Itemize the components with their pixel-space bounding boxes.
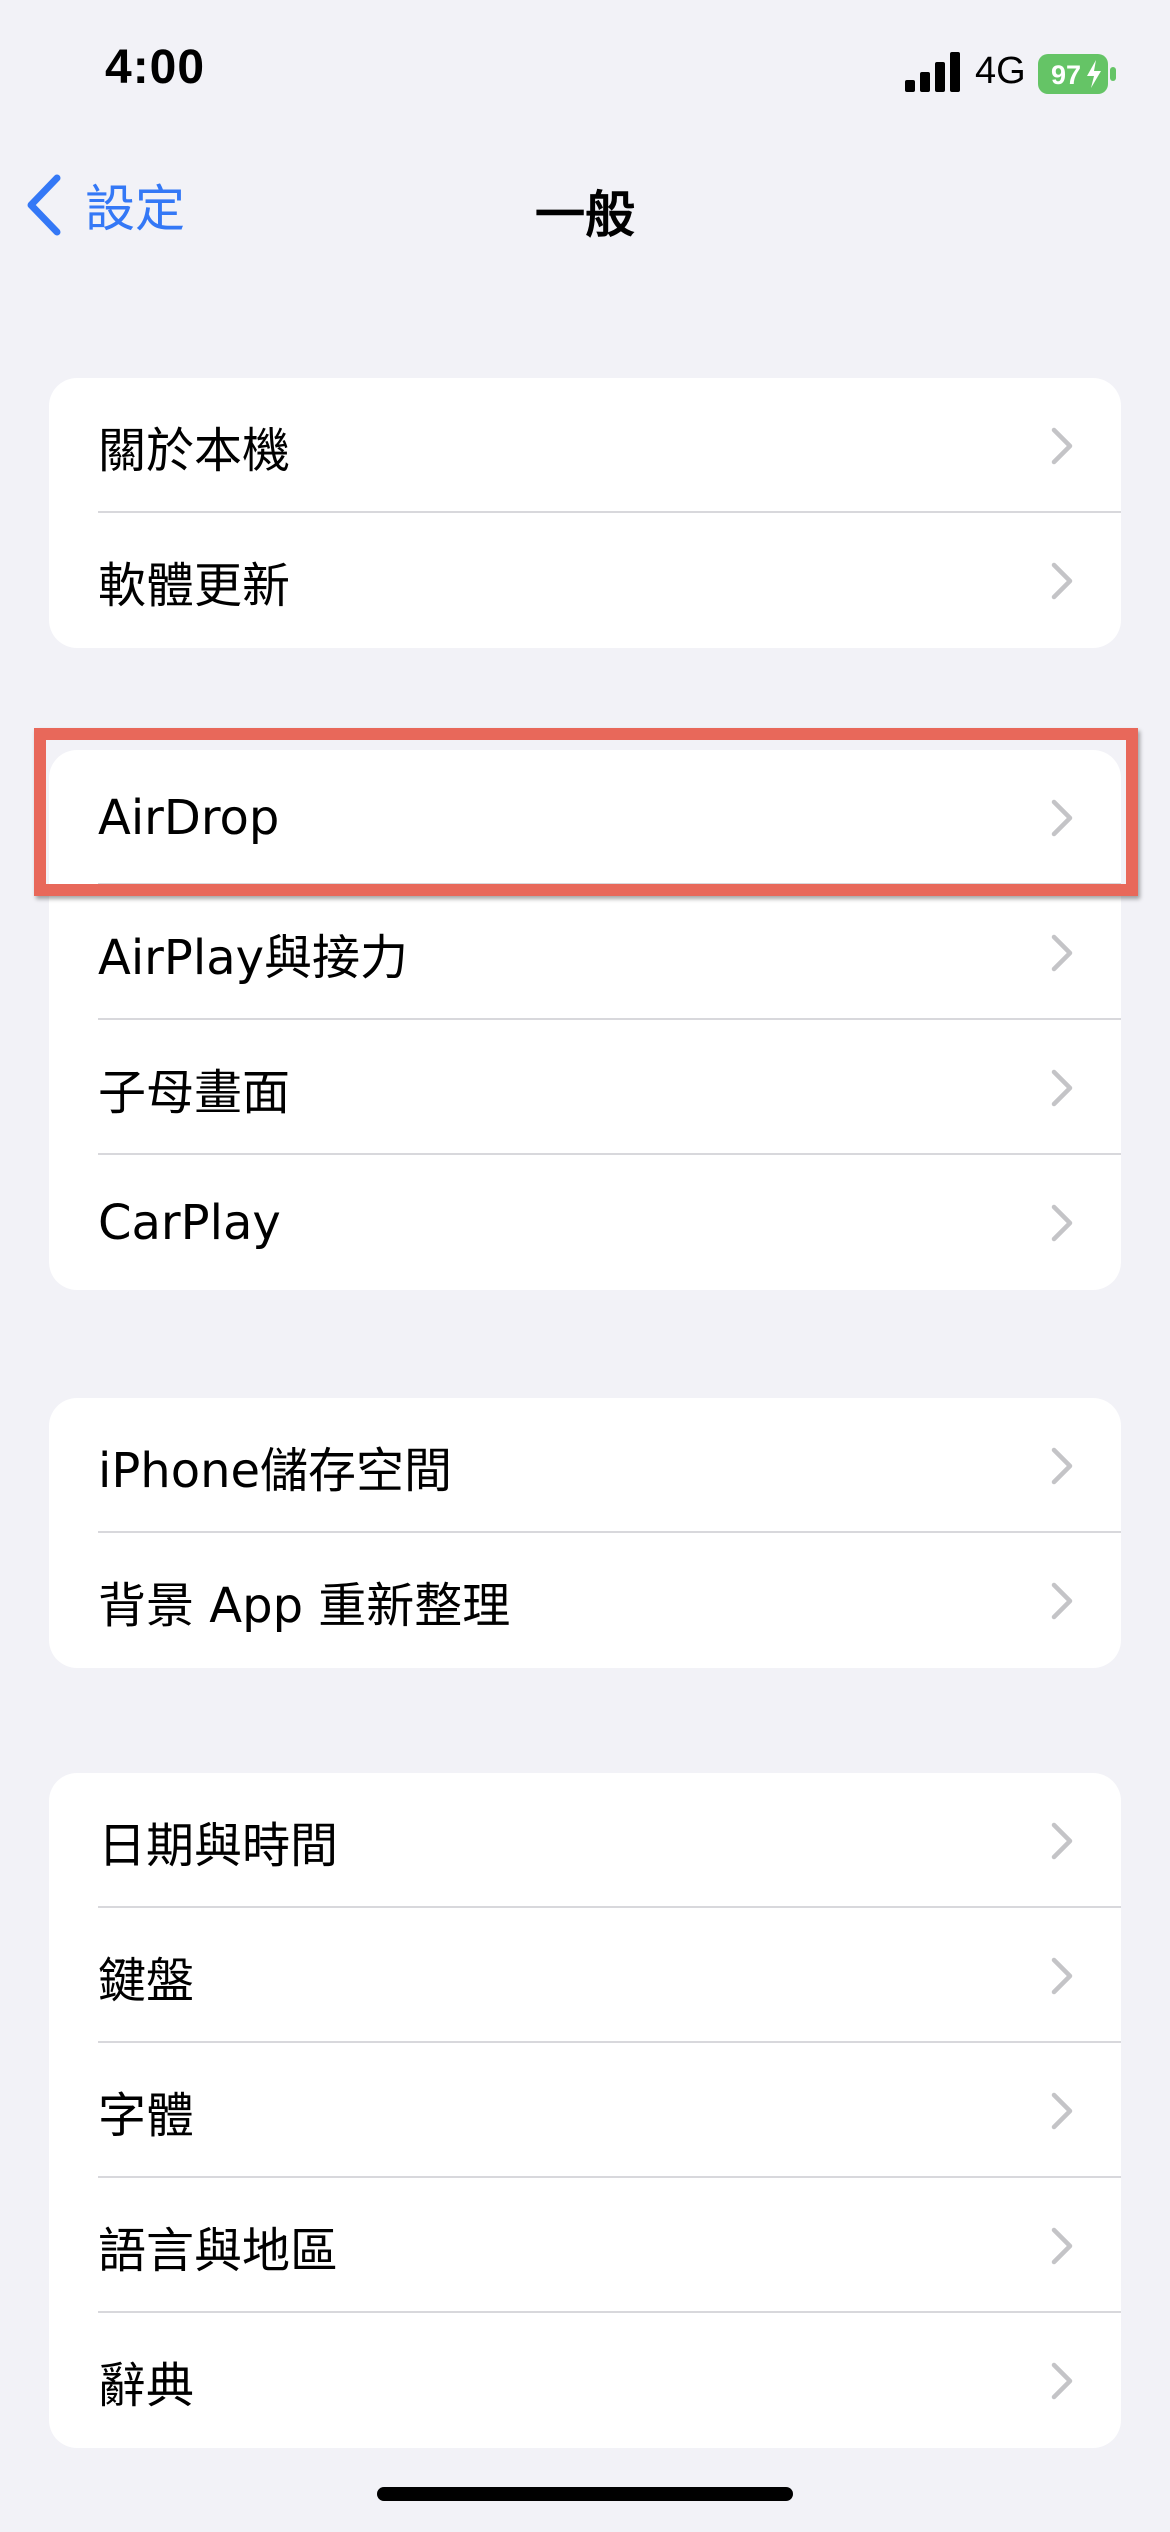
list-item-label: 子母畫面 [98, 1064, 291, 1121]
list-item-label: iPhone儲存空間 [98, 1442, 453, 1499]
settings-group-storage: iPhone儲存空間 背景 App 重新整理 [49, 1398, 1121, 1668]
list-item-label: 關於本機 [98, 422, 291, 479]
list-item-label: CarPlay [98, 1194, 281, 1251]
list-item-language-region[interactable]: 語言與地區 [49, 2178, 1121, 2313]
list-item-background-app-refresh[interactable]: 背景 App 重新整理 [49, 1533, 1121, 1668]
list-item-label: 軟體更新 [98, 557, 291, 614]
settings-group-about: 關於本機 軟體更新 [49, 378, 1121, 648]
chevron-right-icon [1051, 1447, 1073, 1484]
list-item-label: 字體 [98, 2087, 195, 2144]
list-item-label: AirPlay與接力 [98, 929, 409, 986]
network-type: 4G [975, 50, 1026, 92]
list-item-label: 辭典 [98, 2357, 195, 2414]
page-title: 一般 [535, 186, 635, 244]
list-item-software-update[interactable]: 軟體更新 [49, 513, 1121, 648]
chevron-right-icon [1051, 1822, 1073, 1859]
chevron-right-icon [1051, 1957, 1073, 1994]
list-item-label: 日期與時間 [98, 1817, 339, 1874]
list-item-label: 背景 App 重新整理 [98, 1577, 511, 1634]
chevron-right-icon [1051, 2227, 1073, 2264]
list-item-fonts[interactable]: 字體 [49, 2043, 1121, 2178]
cellular-signal-icon [905, 52, 960, 92]
chevron-right-icon [1051, 1069, 1073, 1106]
list-item-airplay-handoff[interactable]: AirPlay與接力 [49, 885, 1121, 1020]
list-item-picture-in-picture[interactable]: 子母畫面 [49, 1020, 1121, 1155]
settings-group-locale: 日期與時間 鍵盤 字體 語言與地區 辭典 [49, 1773, 1121, 2448]
chevron-right-icon [1051, 934, 1073, 971]
list-item-carplay[interactable]: CarPlay [49, 1155, 1121, 1290]
list-item-keyboard[interactable]: 鍵盤 [49, 1908, 1121, 2043]
highlight-box-airdrop [34, 728, 1138, 896]
chevron-right-icon [1051, 1204, 1073, 1241]
list-item-label: 語言與地區 [98, 2222, 339, 2279]
battery-level: 97 [1051, 60, 1081, 90]
chevron-right-icon [1051, 427, 1073, 464]
status-bar: 4:00 4G 97 [0, 0, 1170, 140]
chevron-right-icon [1051, 2362, 1073, 2399]
battery-icon: 97 [1038, 54, 1116, 94]
list-item-label: 鍵盤 [98, 1952, 195, 2009]
list-item-iphone-storage[interactable]: iPhone儲存空間 [49, 1398, 1121, 1533]
list-item-date-time[interactable]: 日期與時間 [49, 1773, 1121, 1908]
list-item-dictionary[interactable]: 辭典 [49, 2313, 1121, 2448]
chevron-right-icon [1051, 562, 1073, 599]
status-time: 4:00 [105, 41, 206, 94]
chevron-right-icon [1051, 2092, 1073, 2129]
chevron-right-icon [1051, 1582, 1073, 1619]
home-indicator[interactable] [377, 2487, 793, 2501]
list-item-about[interactable]: 關於本機 [49, 378, 1121, 513]
